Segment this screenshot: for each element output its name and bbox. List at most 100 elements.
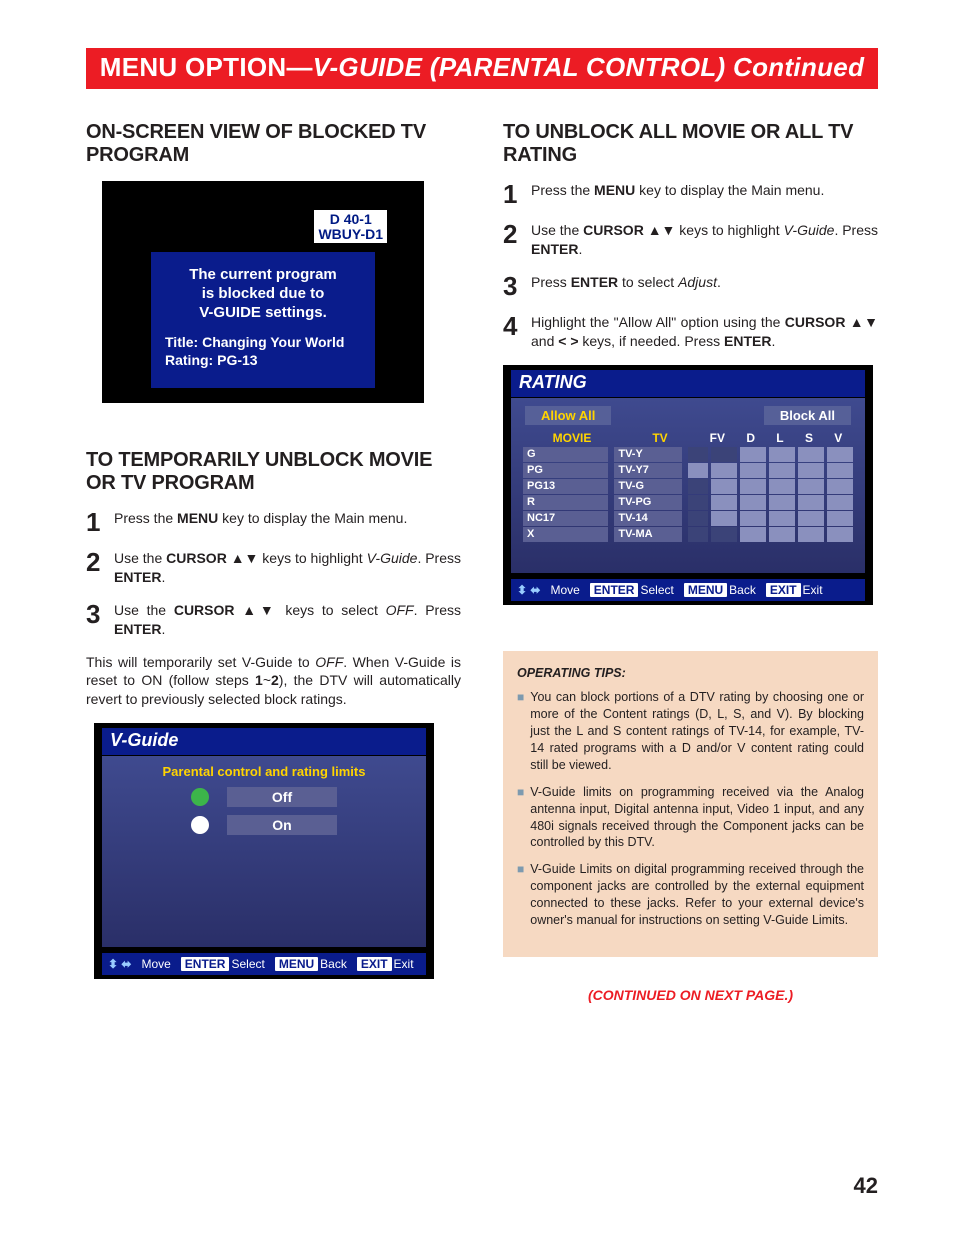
page-number: 42 <box>854 1173 878 1199</box>
msg-line3: V-GUIDE settings. <box>159 304 367 323</box>
step-text: Use the CURSOR ▲▼ keys to highlight V-Gu… <box>114 549 461 587</box>
osd-select: Select <box>231 957 264 971</box>
rating-box[interactable] <box>711 479 737 494</box>
rating-row: NC17 TV-14 <box>523 511 853 526</box>
block-all-button[interactable]: Block All <box>764 406 851 425</box>
rating-box[interactable] <box>688 527 708 542</box>
tip-item: ■V-Guide Limits on digital programming r… <box>517 861 864 929</box>
rating-box[interactable] <box>827 447 853 462</box>
movie-cell[interactable]: PG13 <box>523 479 608 494</box>
screenshot-vguide: V-Guide Parental control and rating limi… <box>94 723 434 979</box>
vguide-row[interactable]: On <box>102 815 426 835</box>
rating-box[interactable] <box>798 463 824 478</box>
rating-box[interactable] <box>688 463 708 478</box>
meta-rating: Rating: PG-13 <box>159 352 367 368</box>
msg-line2: is blocked due to <box>159 285 367 304</box>
right-column: TO UNBLOCK ALL MOVIE OR ALL TV RATING 1P… <box>503 121 878 1003</box>
content-col: D <box>746 431 755 445</box>
rating-box[interactable] <box>711 495 737 510</box>
allow-all-button[interactable]: Allow All <box>525 406 611 425</box>
movie-cell[interactable]: PG <box>523 463 608 478</box>
rating-box[interactable] <box>740 447 766 462</box>
rating-box[interactable] <box>769 527 795 542</box>
rating-osd: ⬍ ⬌ Move ENTERSelect MENUBack EXITExit <box>511 579 865 601</box>
rating-box[interactable] <box>798 447 824 462</box>
osd-menu-key: MENU <box>275 957 318 971</box>
osd-exit-key: EXIT <box>766 583 801 597</box>
rating-box[interactable] <box>688 495 708 510</box>
rating-box[interactable] <box>827 527 853 542</box>
content-col: L <box>776 431 783 445</box>
rating-box[interactable] <box>827 495 853 510</box>
meta-title: Title: Changing Your World <box>159 334 367 350</box>
badge-line1: D 40-1 <box>318 212 383 227</box>
osd-enter-key: ENTER <box>181 957 230 971</box>
rating-panel: Allow All Block All MOVIE TV FVDLSV GTV-… <box>511 398 865 573</box>
step-number: 3 <box>503 273 531 299</box>
tv-cell[interactable]: TV-PG <box>614 495 682 510</box>
rating-box[interactable] <box>740 527 766 542</box>
rating-box[interactable] <box>769 511 795 526</box>
rating-box[interactable] <box>798 479 824 494</box>
radio-dot[interactable] <box>191 816 209 834</box>
step-number: 2 <box>86 549 114 587</box>
rating-box[interactable] <box>711 463 737 478</box>
rating-box[interactable] <box>827 479 853 494</box>
movie-cell[interactable]: X <box>523 527 608 542</box>
tip-text: V-Guide Limits on digital programming re… <box>530 861 864 929</box>
tip-item: ■You can block portions of a DTV rating … <box>517 689 864 773</box>
rating-box[interactable] <box>769 479 795 494</box>
tip-text: You can block portions of a DTV rating b… <box>530 689 864 773</box>
heading-unblock-all: TO UNBLOCK ALL MOVIE OR ALL TV RATING <box>503 121 878 167</box>
movie-cell[interactable]: R <box>523 495 608 510</box>
tv-cell[interactable]: TV-14 <box>614 511 682 526</box>
tips-box: OPERATING TIPS: ■You can block portions … <box>503 651 878 957</box>
step: 4Highlight the "Allow All" option using … <box>503 313 878 351</box>
step-text: Highlight the "Allow All" option using t… <box>531 313 878 351</box>
rating-box[interactable] <box>798 527 824 542</box>
movie-cell[interactable]: NC17 <box>523 511 608 526</box>
tip-text: V-Guide limits on programming received v… <box>530 784 864 852</box>
radio-dot[interactable] <box>191 788 209 806</box>
arrows-icon: ⬍ ⬌ <box>108 957 131 971</box>
rating-box[interactable] <box>711 447 737 462</box>
rating-box[interactable] <box>769 495 795 510</box>
step: 1Press the MENU key to display the Main … <box>503 181 878 207</box>
rating-box[interactable] <box>740 511 766 526</box>
rating-row: G TV-Y <box>523 447 853 462</box>
rating-box[interactable] <box>798 495 824 510</box>
screenshot-rating: RATING Allow All Block All MOVIE TV FVDL… <box>503 365 873 605</box>
rating-box[interactable] <box>740 463 766 478</box>
rating-box[interactable] <box>769 463 795 478</box>
rating-box[interactable] <box>711 527 737 542</box>
col-tv: TV <box>621 431 699 445</box>
vguide-row[interactable]: Off <box>102 787 426 807</box>
rating-box[interactable] <box>769 447 795 462</box>
rating-box[interactable] <box>688 511 708 526</box>
rating-box[interactable] <box>740 495 766 510</box>
tv-cell[interactable]: TV-G <box>614 479 682 494</box>
step-text: Use the CURSOR ▲▼ keys to select OFF. Pr… <box>114 601 461 639</box>
vguide-panel: Parental control and rating limits OffOn <box>102 756 426 947</box>
rating-box[interactable] <box>798 511 824 526</box>
arrows-icon: ⬍ ⬌ <box>517 583 540 597</box>
rating-box[interactable] <box>688 447 708 462</box>
step: 2Use the CURSOR ▲▼ keys to highlight V-G… <box>503 221 878 259</box>
rating-box[interactable] <box>688 479 708 494</box>
rating-box[interactable] <box>740 479 766 494</box>
tip-item: ■V-Guide limits on programming received … <box>517 784 864 852</box>
rating-box[interactable] <box>711 511 737 526</box>
content-col: S <box>805 431 813 445</box>
rating-box[interactable] <box>827 511 853 526</box>
rating-box[interactable] <box>827 463 853 478</box>
left-after-para: This will temporarily set V-Guide to OFF… <box>86 653 461 710</box>
tv-cell[interactable]: TV-Y7 <box>614 463 682 478</box>
tv-cell[interactable]: TV-Y <box>614 447 682 462</box>
right-steps: 1Press the MENU key to display the Main … <box>503 181 878 351</box>
step-number: 2 <box>503 221 531 259</box>
step-number: 4 <box>503 313 531 351</box>
movie-cell[interactable]: G <box>523 447 608 462</box>
step-text: Press the MENU key to display the Main m… <box>531 181 824 207</box>
msg-line1: The current program <box>159 266 367 285</box>
tv-cell[interactable]: TV-MA <box>614 527 682 542</box>
